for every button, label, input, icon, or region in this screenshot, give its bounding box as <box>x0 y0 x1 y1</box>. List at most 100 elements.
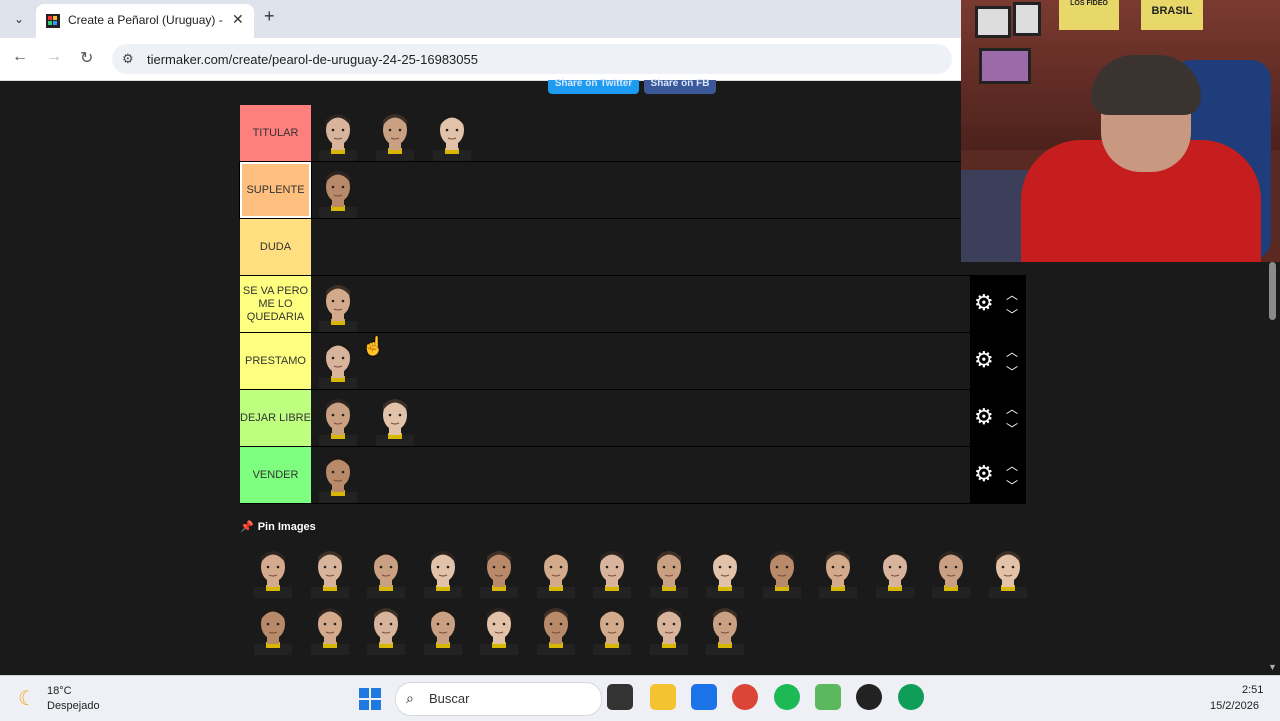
back-icon[interactable]: ← <box>12 48 28 66</box>
pool-player-image[interactable] <box>868 543 922 598</box>
pool-player-image[interactable] <box>359 600 413 655</box>
tier-label[interactable]: DUDA <box>240 219 311 275</box>
tier-row: TITULAR <box>240 105 1026 162</box>
tab-close-icon[interactable]: ✕ <box>232 11 244 28</box>
browser-tab-bar: ⌄ Create a Peñarol (Uruguay) - 20 ✕ + <box>0 0 961 38</box>
player-image[interactable] <box>311 391 365 446</box>
pool-player-image[interactable] <box>698 543 752 598</box>
pin-images-title: Pin Images <box>257 521 316 533</box>
address-toolbar: ← → ↻ ⚙ tiermaker.com/create/pearol-de-u… <box>0 38 961 81</box>
pool-player-image[interactable] <box>359 543 413 598</box>
url-field[interactable]: ⚙ tiermaker.com/create/pearol-de-uruguay… <box>112 44 952 74</box>
weather-temperature[interactable]: 18°C <box>47 685 72 697</box>
player-image[interactable] <box>311 277 365 332</box>
move-up-icon[interactable]: ︿ <box>1006 343 1018 360</box>
player-image[interactable] <box>425 106 479 161</box>
webcam-overlay: LOS FIDEO BRASIL <box>961 0 1280 262</box>
chrome-icon[interactable] <box>732 684 758 710</box>
player-image[interactable] <box>311 106 365 161</box>
tier-label[interactable]: VENDER <box>240 447 311 503</box>
player-image[interactable] <box>311 334 365 389</box>
move-up-icon[interactable]: ︿ <box>1006 400 1018 417</box>
page-scrollbar[interactable]: ▼ <box>1266 260 1280 675</box>
tier-list: TITULAR SUPLENTE DUDA SE VA PERO ME LO QUED… <box>239 105 1026 504</box>
pool-player-image[interactable] <box>472 543 526 598</box>
gear-icon[interactable]: ⚙ <box>974 461 994 487</box>
tier-label[interactable]: SE VA PERO ME LO QUEDARIA <box>240 276 311 332</box>
reload-icon[interactable]: ↻ <box>80 48 93 68</box>
wall-poster-brasil: BRASIL <box>1141 0 1203 30</box>
taskbar-search-input[interactable]: ⌕ Buscar <box>395 682 602 716</box>
pool-player-image[interactable] <box>416 600 470 655</box>
scroll-down-arrow-icon[interactable]: ▼ <box>1268 662 1277 672</box>
pool-player-image[interactable] <box>698 600 752 655</box>
bluestacks-icon[interactable] <box>815 684 841 710</box>
wall-frame <box>979 48 1031 84</box>
task-view-icon[interactable] <box>607 684 633 710</box>
tier-row: VENDER ⚙ ︿ ﹀ <box>240 447 1026 504</box>
pool-player-image[interactable] <box>642 600 696 655</box>
pool-player-image[interactable] <box>811 543 865 598</box>
tier-label[interactable]: PRESTAMO <box>240 333 311 389</box>
player-image[interactable] <box>311 163 365 218</box>
tier-label[interactable]: TITULAR <box>240 105 311 161</box>
pool-player-image[interactable] <box>416 543 470 598</box>
pool-player-image[interactable] <box>585 543 639 598</box>
image-pool <box>240 543 1027 658</box>
tab-list-chevron-icon[interactable]: ⌄ <box>8 8 30 30</box>
pool-player-image[interactable] <box>529 543 583 598</box>
gear-icon[interactable]: ⚙ <box>974 404 994 430</box>
move-down-icon[interactable]: ﹀ <box>1006 420 1018 437</box>
pool-player-image[interactable] <box>981 543 1035 598</box>
player-image[interactable] <box>311 448 365 503</box>
move-up-icon[interactable]: ︿ <box>1006 286 1018 303</box>
chrome-active-icon[interactable] <box>898 684 924 710</box>
url-text: tiermaker.com/create/pearol-de-uruguay-2… <box>147 52 478 67</box>
moon-weather-icon[interactable]: ☾ <box>18 686 36 711</box>
tier-settings: ⚙ ︿ ﹀ <box>970 333 1026 390</box>
spotify-icon[interactable] <box>774 684 800 710</box>
player-image[interactable] <box>368 391 422 446</box>
pool-player-image[interactable] <box>529 600 583 655</box>
search-placeholder: Buscar <box>429 691 470 706</box>
gear-icon[interactable]: ⚙ <box>974 347 994 373</box>
clock-date[interactable]: 15/2/2026 <box>1210 700 1259 712</box>
pool-player-image[interactable] <box>472 600 526 655</box>
pool-player-image[interactable] <box>303 600 357 655</box>
pool-player-image[interactable] <box>755 543 809 598</box>
pool-player-image[interactable] <box>924 543 978 598</box>
pool-player-image[interactable] <box>642 543 696 598</box>
file-explorer-icon[interactable] <box>650 684 676 710</box>
tier-label[interactable]: SUPLENTE <box>239 161 312 219</box>
share-fb-button[interactable]: Share on FB <box>644 79 716 94</box>
move-up-icon[interactable]: ︿ <box>1006 457 1018 474</box>
tier-settings: ⚙ ︿ ﹀ <box>970 276 1026 333</box>
obs-icon[interactable] <box>856 684 882 710</box>
clock-time[interactable]: 2:51 <box>1242 684 1263 696</box>
move-down-icon[interactable]: ﹀ <box>1006 477 1018 494</box>
wall-frame <box>975 6 1011 38</box>
mail-icon[interactable] <box>691 684 717 710</box>
pool-player-image[interactable] <box>585 600 639 655</box>
search-icon: ⌕ <box>406 690 414 706</box>
wall-frame <box>1013 2 1041 36</box>
player-image[interactable] <box>368 106 422 161</box>
share-twitter-button[interactable]: Share on Twitter <box>548 79 639 94</box>
tier-settings: ⚙ ︿ ﹀ <box>970 390 1026 447</box>
gear-icon[interactable]: ⚙ <box>974 290 994 316</box>
tier-label[interactable]: DEJAR LIBRE <box>240 390 311 446</box>
pin-images-heading: 📌 Pin Images <box>240 520 316 533</box>
scroll-thumb[interactable] <box>1269 262 1276 320</box>
pool-player-image[interactable] <box>246 600 300 655</box>
move-down-icon[interactable]: ﹀ <box>1006 363 1018 380</box>
new-tab-button[interactable]: + <box>264 6 275 27</box>
site-settings-icon[interactable]: ⚙ <box>122 51 134 67</box>
pool-player-image[interactable] <box>303 543 357 598</box>
windows-start-icon[interactable] <box>359 688 381 710</box>
tier-row: DEJAR LIBRE ⚙ ︿ ﹀ <box>240 390 1026 447</box>
browser-tab[interactable]: Create a Peñarol (Uruguay) - 20 ✕ <box>36 4 254 38</box>
weather-description[interactable]: Despejado <box>47 700 100 712</box>
forward-icon[interactable]: → <box>46 48 62 66</box>
move-down-icon[interactable]: ﹀ <box>1006 306 1018 323</box>
pool-player-image[interactable] <box>246 543 300 598</box>
